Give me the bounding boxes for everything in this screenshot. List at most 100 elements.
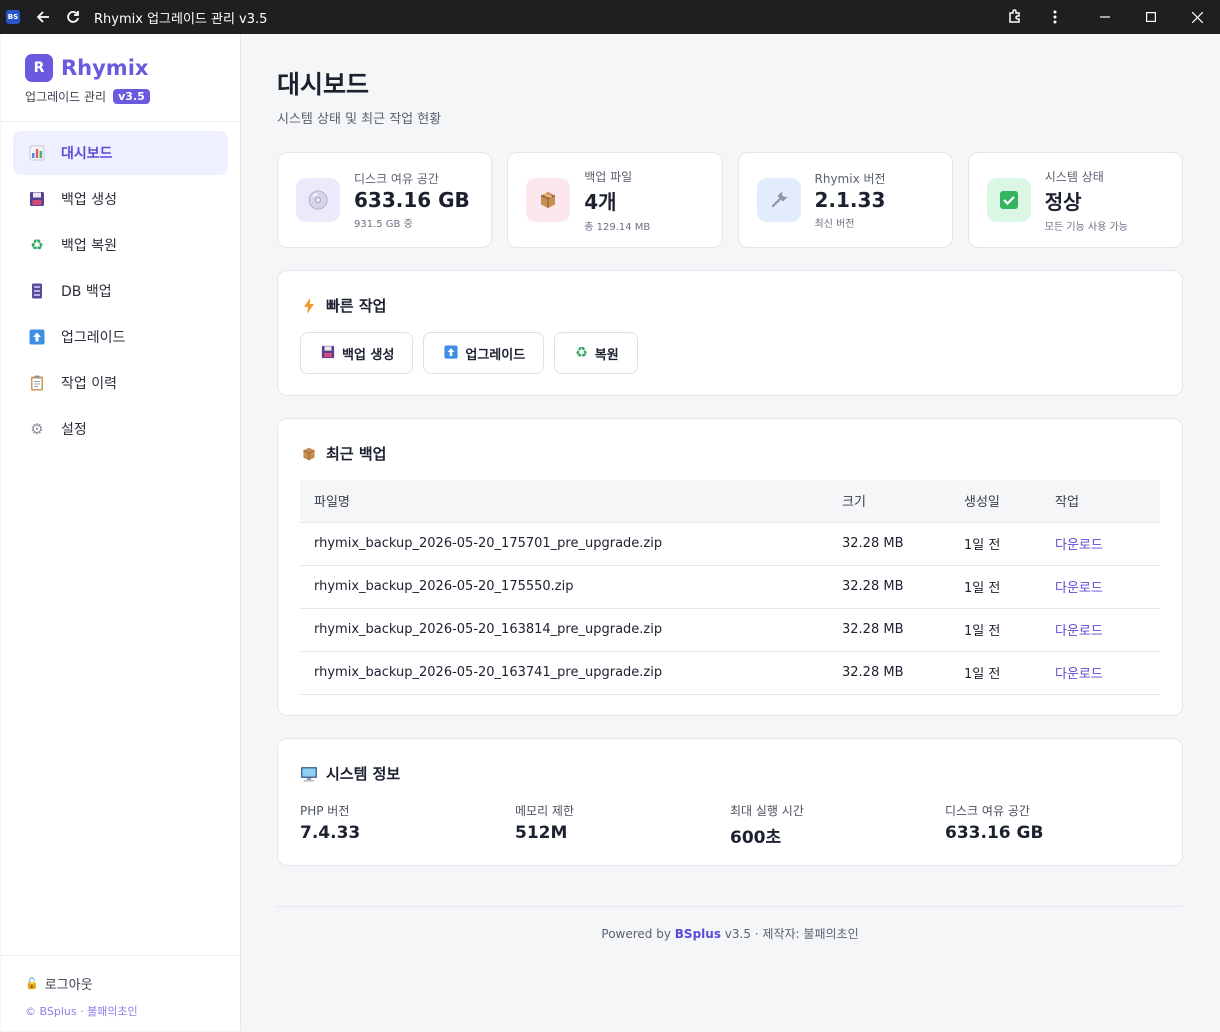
brand-name: Rhymix — [61, 56, 149, 80]
stat-note: 최신 버전 — [814, 219, 855, 230]
system-info-item: 메모리 제한 512M — [515, 802, 730, 848]
sidebar-item-db-backup[interactable]: DB 백업 — [13, 269, 228, 313]
recent-backups-title: 최근 백업 — [326, 445, 387, 463]
download-link[interactable]: 다운로드 — [1041, 608, 1160, 652]
system-info-item: 디스크 여유 공간 633.16 GB — [945, 802, 1160, 848]
wrench-icon — [756, 178, 801, 222]
gear-icon: ⚙ — [30, 420, 44, 438]
button-label: 복원 — [594, 347, 619, 363]
stat-label: 백업 파일 — [584, 169, 633, 184]
package-icon — [526, 178, 571, 222]
sidebar-nav: 대시보드 백업 생성 ♻ 백업 복원 DB 백업 업그레이드 작업 이력 ⚙ 설… — [1, 122, 240, 451]
file-size: 32.28 MB — [828, 522, 950, 566]
footer-brand: BSplus — [674, 927, 721, 941]
sidebar-item-label: 설정 — [61, 422, 87, 438]
maximize-button[interactable] — [1128, 0, 1174, 34]
minimize-icon — [1100, 16, 1110, 18]
system-info-value: 7.4.33 — [300, 823, 361, 843]
created-date: 1일 전 — [950, 522, 1041, 566]
back-button[interactable] — [28, 0, 58, 34]
database-icon — [29, 283, 45, 299]
main-content: 대시보드 시스템 상태 및 최근 작업 현황 디스크 여유 공간 633.16 … — [277, 34, 1183, 942]
stat-card-status: 시스템 상태 정상 모든 기능 사용 가능 — [967, 152, 1183, 248]
footer-prefix: Powered by — [601, 927, 671, 941]
page-subtitle: 시스템 상태 및 최근 작업 현황 — [277, 112, 442, 127]
up-arrow-icon — [29, 329, 45, 345]
puzzle-icon — [1009, 9, 1020, 23]
kebab-menu-icon — [1053, 10, 1057, 24]
system-info-value: 512M — [515, 823, 568, 843]
extensions-button[interactable] — [1000, 0, 1030, 34]
logout-link[interactable]: 🔓 로그아웃 — [25, 974, 216, 993]
column-header: 크기 — [828, 480, 950, 523]
quick-upgrade-button[interactable]: 업그레이드 — [423, 332, 545, 374]
footer-suffix: v3.5 · 제작자: 불패의초인 — [724, 927, 859, 941]
stat-label: 디스크 여유 공간 — [354, 172, 439, 186]
close-icon — [1191, 11, 1203, 23]
reload-icon — [67, 11, 79, 23]
stat-card-backups: 백업 파일 4개 총 129.14 MB — [507, 152, 723, 248]
version-badge: v3.5 — [113, 89, 150, 104]
lock-icon: 🔓 — [25, 977, 39, 990]
stat-value: 633.16 GB — [354, 188, 470, 212]
column-header: 작업 — [1041, 480, 1160, 523]
recycle-icon: ♻ — [575, 345, 588, 361]
stat-card-disk: 디스크 여유 공간 633.16 GB 931.5 GB 중 — [277, 152, 493, 248]
download-link[interactable]: 다운로드 — [1041, 565, 1160, 609]
floppy-disk-icon — [321, 345, 335, 362]
sidebar-item-label: 백업 복원 — [61, 238, 117, 254]
button-label: 업그레이드 — [465, 347, 526, 363]
sidebar-item-label: DB 백업 — [61, 284, 112, 300]
menu-button[interactable] — [1040, 0, 1070, 34]
maximize-icon — [1146, 12, 1156, 22]
back-arrow-icon — [36, 11, 49, 23]
quick-actions-title: 빠른 작업 — [326, 297, 387, 315]
stat-label: Rhymix 버전 — [814, 172, 886, 186]
system-info-title: 시스템 정보 — [326, 765, 401, 783]
reload-button[interactable] — [58, 0, 88, 34]
table-row: rhymix_backup_2026-05-20_163814_pre_upgr… — [300, 608, 1160, 652]
sidebar-item-restore-backup[interactable]: ♻ 백업 복원 — [13, 223, 228, 267]
system-info-label: 디스크 여유 공간 — [945, 804, 1030, 818]
table-row: rhymix_backup_2026-05-20_175550.zip 32.2… — [300, 565, 1160, 609]
brand-logo: R — [25, 54, 53, 82]
sidebar-item-label: 업그레이드 — [61, 330, 126, 346]
page-footer: Powered by BSplus v3.5 · 제작자: 불패의초인 — [277, 906, 1183, 942]
sidebar-item-history[interactable]: 작업 이력 — [13, 361, 228, 405]
created-date: 1일 전 — [950, 565, 1041, 609]
page-title: 대시보드 — [277, 70, 370, 99]
brand-subtitle: 업그레이드 관리 — [25, 90, 107, 104]
system-info-value: 600초 — [730, 828, 782, 848]
download-link[interactable]: 다운로드 — [1041, 522, 1160, 566]
recycle-icon: ♻ — [30, 236, 44, 254]
download-link[interactable]: 다운로드 — [1041, 651, 1160, 695]
system-info-card: 시스템 정보 PHP 버전 7.4.33 메모리 제한 512M 최대 실행 시… — [277, 738, 1183, 866]
file-name: rhymix_backup_2026-05-20_163741_pre_upgr… — [300, 651, 828, 695]
disc-icon — [296, 178, 340, 222]
sidebar-item-create-backup[interactable]: 백업 생성 — [13, 177, 228, 221]
table-row: rhymix_backup_2026-05-20_163741_pre_upgr… — [300, 651, 1160, 695]
computer-icon — [300, 766, 318, 782]
minimize-button[interactable] — [1082, 0, 1128, 34]
created-date: 1일 전 — [950, 651, 1041, 695]
quick-restore-button[interactable]: ♻ 복원 — [554, 332, 638, 374]
recent-backups-card: 최근 백업 파일명 크기 생성일 작업 rhymix_backup_2026-0… — [277, 418, 1183, 716]
stat-note: 모든 기능 사용 가능 — [1044, 221, 1128, 233]
system-info-label: 최대 실행 시간 — [730, 804, 804, 818]
file-name: rhymix_backup_2026-05-20_175550.zip — [300, 565, 828, 609]
sidebar: R Rhymix 업그레이드 관리 v3.5 대시보드 백업 생성 ♻ 백업 복… — [1, 34, 241, 1031]
quick-create-backup-button[interactable]: 백업 생성 — [300, 332, 414, 374]
bar-chart-icon — [29, 145, 45, 161]
sidebar-item-label: 대시보드 — [61, 146, 113, 162]
clipboard-icon — [29, 375, 45, 391]
stat-card-version: Rhymix 버전 2.1.33 최신 버전 — [737, 152, 953, 248]
sidebar-item-dashboard[interactable]: 대시보드 — [13, 131, 228, 175]
system-info-label: PHP 버전 — [300, 804, 350, 818]
sidebar-item-upgrade[interactable]: 업그레이드 — [13, 315, 228, 359]
check-icon — [986, 178, 1031, 222]
stat-label: 시스템 상태 — [1044, 169, 1104, 184]
stat-value: 2.1.33 — [814, 188, 886, 212]
stat-note: 931.5 GB 중 — [354, 219, 413, 230]
close-button[interactable] — [1174, 0, 1220, 34]
sidebar-item-settings[interactable]: ⚙ 설정 — [13, 407, 228, 451]
